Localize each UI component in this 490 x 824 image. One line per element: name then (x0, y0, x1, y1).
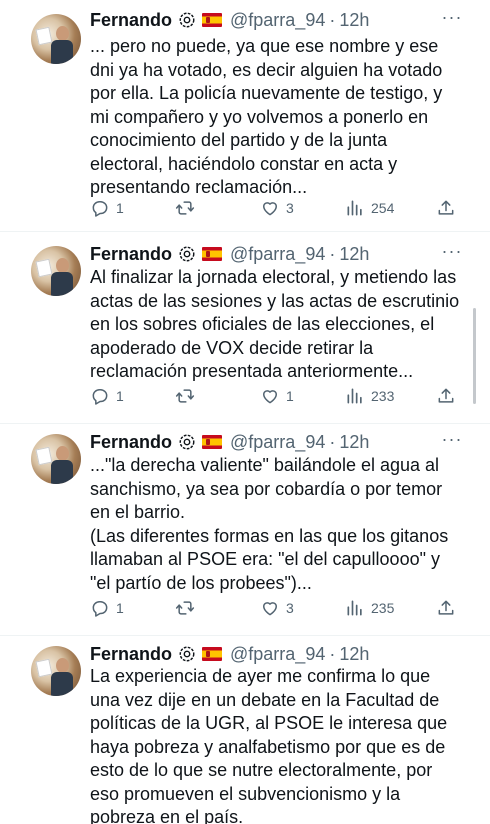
views-button[interactable]: 254 (345, 196, 394, 220)
reply-icon (92, 389, 108, 405)
retweet-icon (175, 201, 195, 215)
retweet-button[interactable] (175, 384, 201, 408)
views-button[interactable]: 233 (345, 384, 394, 408)
retweet-button[interactable] (175, 596, 201, 620)
display-name[interactable]: Fernando (90, 644, 172, 665)
views-count: 254 (371, 200, 395, 216)
avatar[interactable] (31, 246, 81, 296)
tweet[interactable]: Fernando @fparra_94 · 12h ··· ..."la der… (0, 424, 490, 636)
separator: · (329, 431, 336, 452)
views-count: 233 (371, 388, 395, 404)
reply-count: 1 (116, 600, 124, 616)
spain-flag-icon (202, 247, 223, 261)
views-chart-icon (347, 600, 362, 616)
separator: · (329, 9, 336, 30)
timestamp[interactable]: 12h (339, 244, 369, 265)
tweet-actions: 1 3 235 (90, 596, 470, 620)
tweet-actions: 1 3 254 (90, 196, 470, 220)
avatar[interactable] (31, 434, 81, 484)
verified-badge-icon (178, 11, 196, 29)
timestamp[interactable]: 12h (339, 432, 369, 453)
spain-flag-icon (202, 647, 223, 661)
like-count: 3 (286, 200, 294, 216)
tweet-header: Fernando @fparra_94 · 12h (90, 430, 369, 454)
more-options-icon[interactable]: ··· (440, 242, 464, 268)
separator: · (329, 643, 336, 664)
share-icon (438, 200, 454, 215)
more-options-icon[interactable]: ··· (440, 8, 464, 34)
avatar[interactable] (31, 646, 81, 696)
handle[interactable]: @fparra_94 (230, 432, 325, 453)
handle[interactable]: @fparra_94 (230, 244, 325, 265)
heart-icon (263, 202, 277, 216)
spain-flag-icon (202, 435, 223, 449)
tweet-text: ... pero no puede, ya que ese nombre y e… (90, 36, 443, 197)
separator: · (329, 243, 336, 264)
views-button[interactable]: 235 (345, 596, 394, 620)
tweet-header: Fernando @fparra_94 · 12h (90, 242, 369, 266)
tweet-text: La experiencia de ayer me confirma lo qu… (90, 666, 448, 824)
like-count: 3 (286, 600, 294, 616)
spain-flag-icon (202, 13, 223, 27)
verified-badge-icon (178, 645, 196, 663)
reply-button[interactable]: 1 (90, 384, 124, 408)
retweet-icon (175, 389, 195, 403)
tweet[interactable]: Fernando @fparra_94 · 12h ··· ... pero n… (0, 0, 490, 232)
more-options-icon[interactable]: ··· (440, 430, 464, 456)
reply-button[interactable]: 1 (90, 196, 124, 220)
display-name[interactable]: Fernando (90, 10, 172, 31)
reply-icon (92, 601, 108, 617)
handle[interactable]: @fparra_94 (230, 10, 325, 31)
tweet-actions: 1 1 233 (90, 384, 470, 408)
share-icon (438, 600, 454, 615)
display-name[interactable]: Fernando (90, 244, 172, 265)
like-count: 1 (286, 388, 294, 404)
like-button[interactable]: 3 (260, 596, 294, 620)
share-button[interactable] (436, 196, 456, 220)
views-count: 235 (371, 600, 395, 616)
retweet-icon (175, 601, 195, 615)
handle[interactable]: @fparra_94 (230, 644, 325, 665)
avatar[interactable] (31, 14, 81, 64)
views-chart-icon (347, 200, 362, 216)
scrollbar[interactable] (473, 308, 476, 404)
timestamp[interactable]: 12h (339, 10, 369, 31)
like-button[interactable]: 1 (260, 384, 294, 408)
reply-button[interactable]: 1 (90, 596, 124, 620)
display-name[interactable]: Fernando (90, 432, 172, 453)
heart-icon (263, 390, 277, 404)
tweet-header: Fernando @fparra_94 · 12h (90, 8, 369, 32)
tweet-header: Fernando @fparra_94 · 12h (90, 642, 369, 666)
verified-badge-icon (178, 433, 196, 451)
tweet-text: Al finalizar la jornada electoral, y met… (90, 267, 460, 381)
tweet-text: ..."la derecha valiente" bailándole el a… (90, 455, 449, 593)
reply-icon (92, 201, 108, 217)
tweet[interactable]: Fernando @fparra_94 · 12h ··· Al finaliz… (0, 232, 490, 424)
reply-count: 1 (116, 388, 124, 404)
tweet[interactable]: Fernando @fparra_94 · 12h La experiencia… (0, 636, 490, 824)
share-button[interactable] (436, 384, 456, 408)
retweet-button[interactable] (175, 196, 201, 220)
heart-icon (263, 602, 277, 616)
timestamp[interactable]: 12h (339, 644, 369, 665)
share-icon (438, 388, 454, 403)
views-chart-icon (347, 388, 362, 404)
reply-count: 1 (116, 200, 124, 216)
like-button[interactable]: 3 (260, 196, 294, 220)
verified-badge-icon (178, 245, 196, 263)
share-button[interactable] (436, 596, 456, 620)
